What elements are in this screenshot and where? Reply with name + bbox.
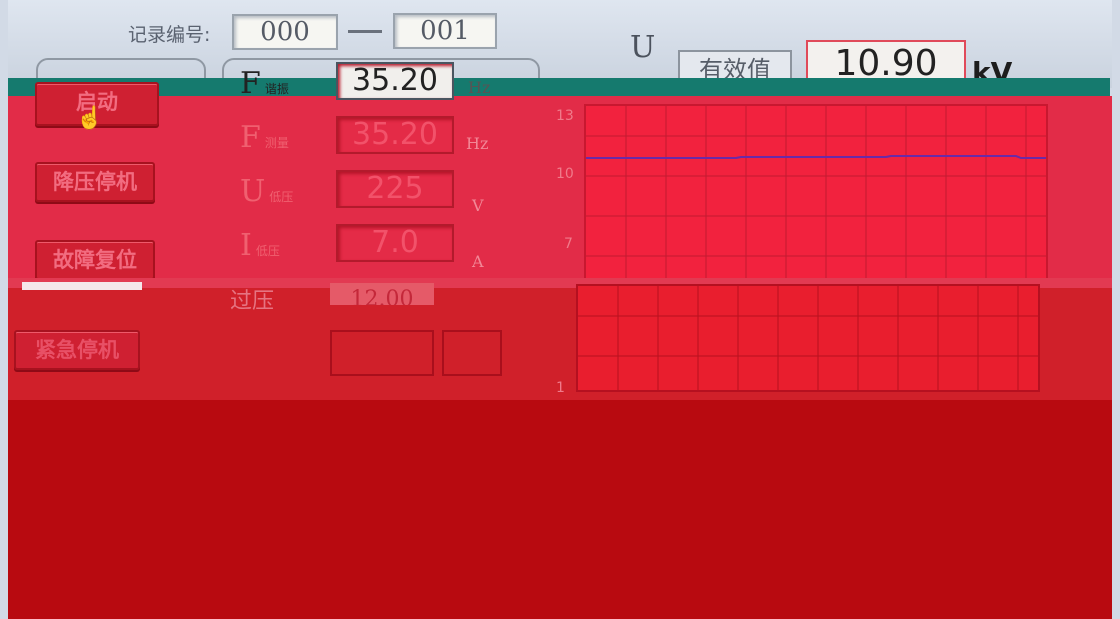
resonance-frequency-value: 35.20	[336, 62, 454, 100]
emergency-stop-button[interactable]: 紧急停机	[14, 330, 140, 370]
record-number-label: 记录编号:	[128, 24, 211, 46]
pointer-hand-icon: ☝	[76, 106, 104, 131]
measurement-unit: V	[472, 196, 484, 215]
lower-area	[8, 400, 1112, 619]
strip-highlight	[22, 282, 142, 290]
measurement-unit: Hz	[466, 134, 489, 153]
y-tick-label: 13	[556, 108, 574, 124]
step-down-stop-button[interactable]: 降压停机	[35, 162, 155, 202]
measured-frequency-value: 35.20	[336, 116, 454, 154]
y-tick-label: 10	[556, 166, 574, 182]
record-number-part2[interactable]: 001	[393, 13, 497, 49]
fault-reset-button[interactable]: 故障复位	[35, 240, 155, 280]
measurement-label: F 测量	[240, 120, 289, 155]
record-dash	[348, 30, 382, 33]
waveform-chart	[584, 104, 1048, 288]
record-number-part1[interactable]: 000	[232, 14, 338, 50]
measurement-label: I 低压	[240, 228, 280, 263]
measurement-unit: A	[472, 252, 484, 271]
y-tick-label: 7	[564, 236, 573, 252]
measurement-unit: Hz	[468, 78, 491, 97]
header-band	[8, 78, 1110, 98]
lower-value-box	[330, 330, 434, 376]
rms-symbol: U	[630, 30, 656, 65]
measurement-label: F 谐振	[240, 66, 289, 101]
waveform-line	[586, 155, 1046, 159]
lower-unit-box	[442, 330, 502, 376]
low-voltage-value: 225	[336, 170, 454, 208]
waveform-chart-lower	[576, 284, 1040, 392]
overvoltage-label: 过压	[230, 289, 275, 314]
waveform-chart-lower-svg	[578, 286, 1038, 390]
measurement-label: U 低压	[240, 174, 294, 209]
low-current-value: 7.0	[336, 224, 454, 262]
overvoltage-value: 12.00	[330, 283, 434, 305]
y-tick-label: 1	[556, 380, 565, 396]
waveform-chart-svg	[586, 106, 1046, 286]
